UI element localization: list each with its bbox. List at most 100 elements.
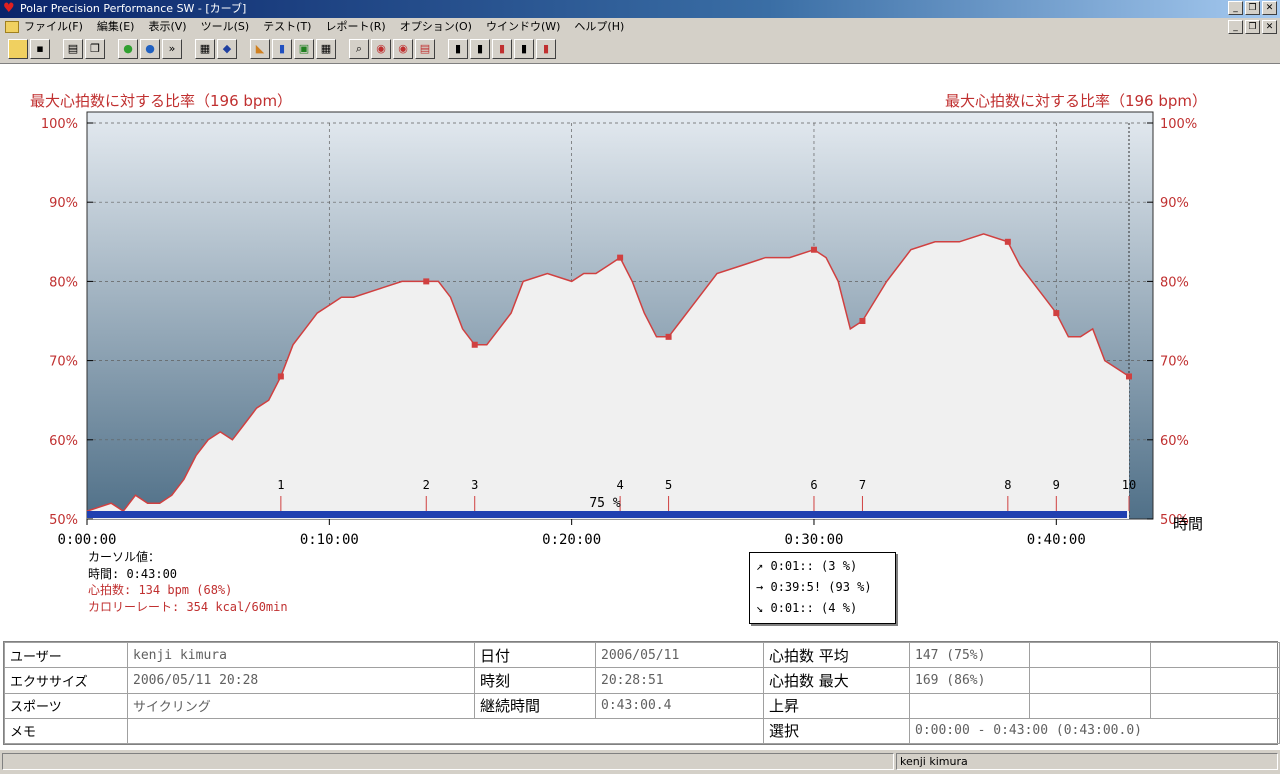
- lap-label: 5: [665, 478, 672, 492]
- left-y-ticks: 50% 60% 70% 80% 90% 100%: [41, 117, 93, 528]
- mdi-minimize-button[interactable]: _: [1228, 20, 1243, 34]
- sport-label: スポーツ: [4, 692, 128, 719]
- document-icon[interactable]: [5, 21, 19, 33]
- hr-curve-chart[interactable]: 最大心拍数に対する比率（196 bpm） 最大心拍数に対する比率（196 bpm…: [0, 64, 1280, 640]
- hr-avg-value: 147 (75%): [909, 641, 1030, 669]
- lap-point: [810, 246, 817, 253]
- print-icon[interactable]: ▤: [63, 39, 83, 59]
- open-folder-icon[interactable]: [8, 39, 28, 59]
- y-tick-label-left: 100%: [41, 117, 78, 132]
- analysis-icon[interactable]: ◉: [371, 39, 391, 59]
- y-tick-label-right: 70%: [1160, 355, 1189, 370]
- target-zone-bar: [87, 511, 1127, 518]
- y-tick-label-right: 100%: [1160, 117, 1197, 132]
- close-button[interactable]: ✕: [1262, 1, 1277, 15]
- diary-icon[interactable]: ◆: [217, 39, 237, 59]
- window-title: Polar Precision Performance SW - [カーブ]: [20, 2, 247, 15]
- right-axis-title: 最大心拍数に対する比率（196 bpm）: [945, 92, 1207, 110]
- lap-label: 10: [1122, 478, 1136, 492]
- transfer-icon[interactable]: »: [162, 39, 182, 59]
- lap-label: 9: [1053, 478, 1060, 492]
- arrow-up-icon: ↗: [756, 559, 764, 573]
- y-tick-label-left: 60%: [49, 434, 78, 449]
- lap-label: 3: [471, 478, 478, 492]
- hr-avg-label: 心拍数 平均: [763, 641, 910, 669]
- mdi-close-button[interactable]: ✕: [1262, 20, 1277, 34]
- mdi-controls: _ ❐ ✕: [1228, 20, 1277, 34]
- y-tick-label-left: 70%: [49, 355, 78, 370]
- heart-icon: ♥: [3, 1, 15, 16]
- menu-bar: ファイル(F) 編集(E) 表示(V) ツール(S) テスト(T) レポート(R…: [0, 18, 1280, 36]
- empty-cell: [1029, 641, 1151, 669]
- y-tick-label-right: 90%: [1160, 196, 1189, 211]
- lap-label: 2: [423, 478, 430, 492]
- toolbar: ▪ ▤ ❐ ● ● » ▦ ◆ ◣ ▮ ▣ ▦ ⌕ ◉ ◉ ▤ ▮ ▮ ▮ ▮ …: [0, 36, 1280, 64]
- cursor-hr: 心拍数: 134 bpm (68%): [88, 583, 233, 597]
- menu-tools[interactable]: ツール(S): [201, 18, 250, 36]
- date-label: 日付: [474, 641, 596, 669]
- copy-icon[interactable]: ❐: [85, 39, 105, 59]
- memo-label: メモ: [4, 717, 128, 745]
- hr-max-label: 心拍数 最大: [763, 667, 910, 694]
- minimize-button[interactable]: _: [1228, 1, 1243, 15]
- x-tick-label: 0:20:00: [542, 532, 601, 548]
- x-tick-label: 0:10:00: [300, 532, 359, 548]
- analysis2-icon[interactable]: ◉: [393, 39, 413, 59]
- menu-view[interactable]: 表示(V): [148, 18, 186, 36]
- memo-value[interactable]: [127, 717, 764, 745]
- menu-edit[interactable]: 編集(E): [97, 18, 135, 36]
- report-icon-1[interactable]: ▮: [448, 39, 468, 59]
- exercise-info-table: ユーザー kenji kimura 日付 2006/05/11 心拍数 平均 1…: [3, 641, 1280, 745]
- x-tick-label: 0:30:00: [784, 532, 843, 548]
- selection-label: 選択: [763, 717, 910, 745]
- report-icon-3[interactable]: ▮: [492, 39, 512, 59]
- zone-within: 0:39:5! (93 %): [770, 580, 872, 594]
- globe-icon[interactable]: ●: [140, 39, 160, 59]
- calendar-icon[interactable]: ▦: [195, 39, 215, 59]
- menu-report[interactable]: レポート(R): [325, 18, 385, 36]
- arrow-right-icon: →: [756, 580, 764, 594]
- report-icon-2[interactable]: ▮: [470, 39, 490, 59]
- menu-window[interactable]: ウインドウ(W): [486, 18, 560, 36]
- zoom-icon[interactable]: ⌕: [349, 39, 369, 59]
- menu-options[interactable]: オプション(O): [400, 18, 472, 36]
- lap-point: [617, 254, 624, 261]
- excel-icon[interactable]: ▣: [294, 39, 314, 59]
- time-value: 20:28:51: [595, 667, 764, 694]
- table-icon[interactable]: ▦: [316, 39, 336, 59]
- y-tick-label-left: 90%: [49, 196, 78, 211]
- bar-graph-icon[interactable]: ▮: [272, 39, 292, 59]
- left-axis-title: 最大心拍数に対する比率（196 bpm）: [30, 92, 292, 110]
- lap-point: [277, 373, 284, 380]
- report-icon-5[interactable]: ▮: [536, 39, 556, 59]
- menu-file[interactable]: ファイル(F): [24, 18, 83, 36]
- chart-compare-icon[interactable]: ▤: [415, 39, 435, 59]
- window-controls: _ ❐ ✕: [1228, 1, 1277, 15]
- menu-test[interactable]: テスト(T): [263, 18, 311, 36]
- status-user: kenji kimura: [896, 753, 1278, 770]
- report-icon-4[interactable]: ▮: [514, 39, 534, 59]
- chart-svg[interactable]: 最大心拍数に対する比率（196 bpm） 最大心拍数に対する比率（196 bpm…: [0, 64, 1280, 640]
- lap-point: [1053, 310, 1060, 317]
- empty-cell: [1150, 667, 1280, 694]
- menu-help[interactable]: ヘルプ(H): [574, 18, 624, 36]
- lap-point: [471, 341, 478, 348]
- save-icon[interactable]: ▪: [30, 39, 50, 59]
- lap-point: [423, 278, 430, 285]
- lap-point: [1004, 238, 1011, 245]
- empty-cell: [1029, 667, 1151, 694]
- ascent-value: [909, 692, 1030, 719]
- title-bar: ♥ Polar Precision Performance SW - [カーブ]…: [0, 0, 1280, 18]
- curve-icon[interactable]: ◣: [250, 39, 270, 59]
- cursor-time: 時間: 0:43:00: [88, 567, 178, 581]
- lap-label: 6: [810, 478, 817, 492]
- restore-button[interactable]: ❐: [1245, 1, 1260, 15]
- date-value: 2006/05/11: [595, 641, 764, 669]
- lap-label: 8: [1004, 478, 1011, 492]
- lap-point: [665, 333, 672, 340]
- x-tick-label: 0:40:00: [1027, 532, 1086, 548]
- lap-label: 4: [616, 478, 623, 492]
- refresh-icon[interactable]: ●: [118, 39, 138, 59]
- mdi-restore-button[interactable]: ❐: [1245, 20, 1260, 34]
- zone-summary: ↗ 0:01:: (3 %) → 0:39:5! (93 %) ↘ 0:01::…: [749, 552, 896, 624]
